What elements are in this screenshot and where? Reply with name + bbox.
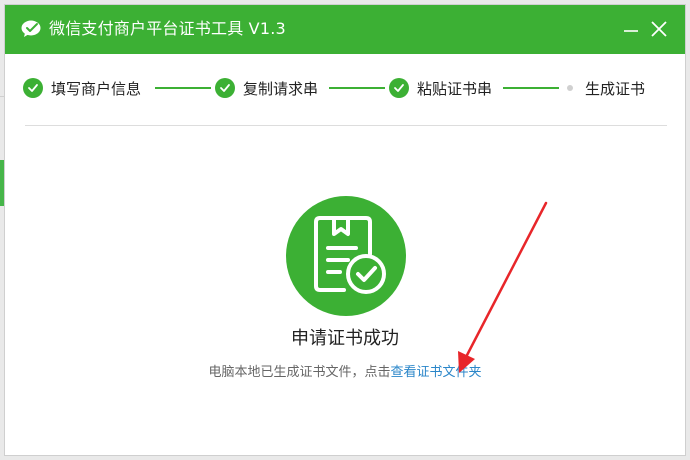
step-label: 粘贴证书串	[417, 79, 493, 98]
certificate-check-icon	[286, 196, 406, 316]
progress-steps: 填写商户信息 复制请求串 粘贴证书串 生成证书	[23, 75, 663, 101]
minimize-icon[interactable]	[621, 19, 641, 39]
checkmark-icon	[215, 78, 235, 98]
title-bar[interactable]: 微信支付商户平台证书工具 V1.3	[5, 5, 685, 54]
step-fill-merchant-info: 填写商户信息	[23, 75, 141, 101]
hint-text: 电脑本地已生成证书文件，点击	[208, 365, 391, 380]
step-connector	[155, 87, 211, 89]
step-pending-dot	[567, 85, 573, 91]
success-title: 申请证书成功	[291, 328, 399, 349]
step-connector	[329, 87, 385, 89]
step-generate-certificate: 生成证书	[563, 75, 645, 101]
window-title: 微信支付商户平台证书工具 V1.3	[49, 19, 286, 38]
certificate-tool-window: 微信支付商户平台证书工具 V1.3 填写商户信息 复制请求串 粘贴证书串 生成证…	[4, 4, 686, 456]
checkmark-icon	[389, 78, 409, 98]
wechat-logo-icon	[21, 20, 41, 37]
success-hint: 电脑本地已生成证书文件，点击查看证书文件夹	[5, 361, 685, 380]
close-icon[interactable]	[649, 19, 669, 39]
step-label: 生成证书	[585, 79, 646, 98]
step-connector	[503, 87, 559, 89]
step-label: 填写商户信息	[51, 79, 142, 98]
annotation-arrow-icon	[458, 201, 548, 373]
step-label: 复制请求串	[243, 79, 319, 98]
step-paste-certificate: 粘贴证书串	[389, 75, 492, 101]
checkmark-icon	[23, 78, 43, 98]
step-copy-request: 复制请求串	[215, 75, 318, 101]
header-divider	[25, 125, 667, 126]
open-certificate-folder-link[interactable]: 查看证书文件夹	[391, 365, 482, 380]
